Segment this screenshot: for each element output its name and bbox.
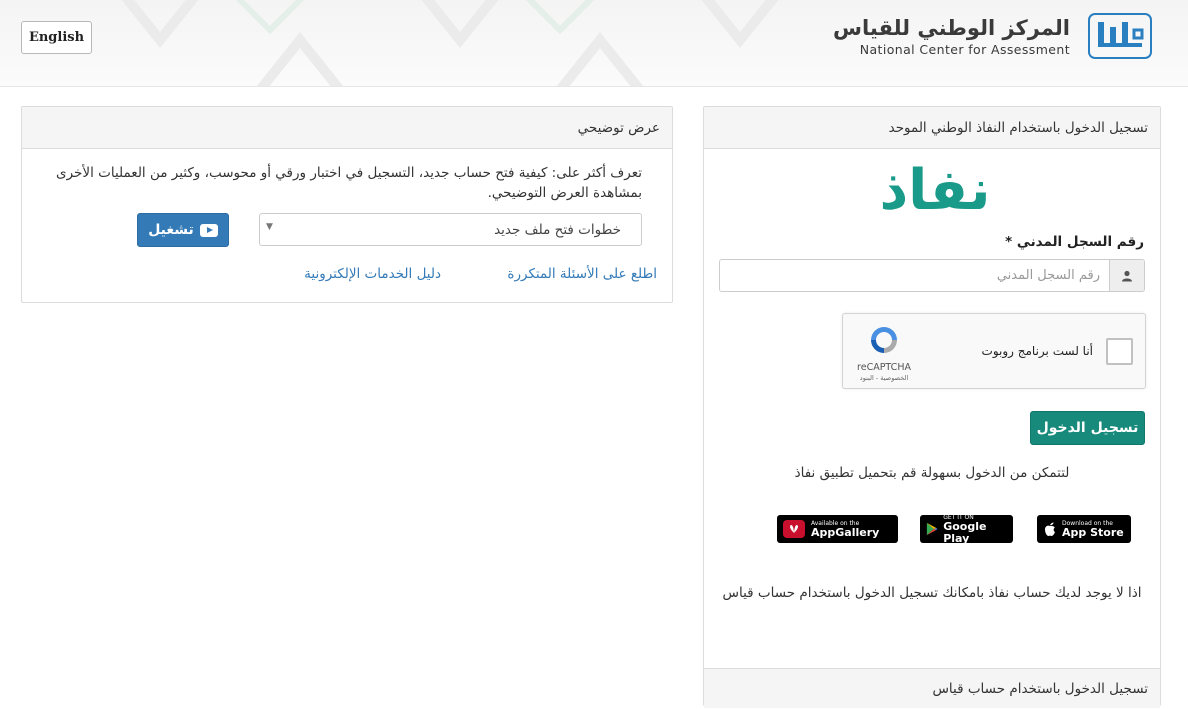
huawei-icon — [783, 520, 805, 538]
recaptcha-widget: أنا لست برنامج روبوت reCAPTCHA الخصوصية … — [842, 313, 1146, 389]
qiyas-logo[interactable]: المركز الوطني للقياس National Center for… — [833, 11, 1152, 61]
login-button[interactable]: تسجيل الدخول — [1030, 411, 1145, 445]
logo-title-english: National Center for Assessment — [859, 42, 1070, 57]
recaptcha-brand: reCAPTCHA — [857, 362, 911, 373]
recaptcha-checkbox[interactable] — [1106, 338, 1133, 365]
user-icon — [1109, 260, 1144, 291]
play-button-label: تشغيل — [148, 222, 194, 238]
qiyas-login-section-title: تسجيل الدخول باستخدام حساب قياس — [704, 668, 1160, 708]
demo-description: تعرف أكثر على: كيفية فتح حساب جديد، التس… — [56, 165, 642, 201]
demo-video-select[interactable]: خطوات فتح ملف جديد ▼ — [259, 213, 642, 246]
logo-title-arabic: المركز الوطني للقياس — [833, 16, 1070, 40]
caret-down-icon: ▼ — [266, 222, 273, 232]
youtube-play-icon — [199, 223, 218, 237]
google-play-badge[interactable]: GET IT ON Google Play — [920, 514, 1013, 545]
app-download-hint: لتتمكن من الدخول بسهولة قم بتحميل تطبيق … — [794, 465, 1070, 481]
civil-id-input-group — [719, 259, 1145, 292]
demo-select-value: خطوات فتح ملف جديد — [494, 222, 621, 238]
play-button[interactable]: تشغيل — [137, 213, 229, 247]
demo-panel: عرض توضيحي تعرف أكثر على: كيفية فتح حساب… — [21, 106, 673, 303]
google-badge-big: Google Play — [943, 519, 987, 545]
logo-text: المركز الوطني للقياس National Center for… — [833, 15, 1070, 57]
recaptcha-icon — [871, 327, 897, 353]
faq-link[interactable]: اطلع على الأسئلة المتكررة — [507, 266, 657, 282]
demo-panel-title: عرض توضيحي — [22, 107, 672, 149]
recaptcha-label: أنا لست برنامج روبوت — [981, 344, 1093, 358]
nafath-logo-text: نفاذ — [879, 159, 990, 217]
eservices-guide-link[interactable]: دليل الخدمات الإلكترونية — [304, 266, 441, 282]
civil-id-label: رقم السجل المدني * — [1005, 234, 1144, 250]
nafath-logo: نفاذ — [879, 159, 990, 217]
recaptcha-logo: reCAPTCHA الخصوصية - البنود — [856, 324, 912, 382]
language-toggle-button[interactable]: English — [21, 21, 92, 54]
huawei-badge-big: AppGallery — [811, 525, 880, 539]
nafath-login-panel: تسجيل الدخول باستخدام النفاذ الوطني المو… — [703, 106, 1161, 708]
apple-icon — [1045, 522, 1055, 536]
civil-id-input[interactable] — [720, 260, 1110, 291]
site-header: English المركز الوطني للقياس National Ce… — [0, 0, 1188, 87]
login-panel-title: تسجيل الدخول باستخدام النفاذ الوطني المو… — [704, 107, 1160, 149]
apple-badge-big: App Store — [1062, 525, 1124, 539]
recaptcha-links[interactable]: الخصوصية - البنود — [856, 374, 912, 382]
qiyas-logo-mark-icon — [1088, 13, 1152, 59]
huawei-appgallery-badge[interactable]: Available on the AppGallery — [777, 515, 898, 543]
app-store-badge[interactable]: Download on the App Store — [1037, 515, 1131, 543]
google-play-icon — [926, 522, 938, 536]
no-account-text: اذا لا يوجد لديك حساب نفاذ بامكانك تسجيل… — [722, 585, 1142, 601]
